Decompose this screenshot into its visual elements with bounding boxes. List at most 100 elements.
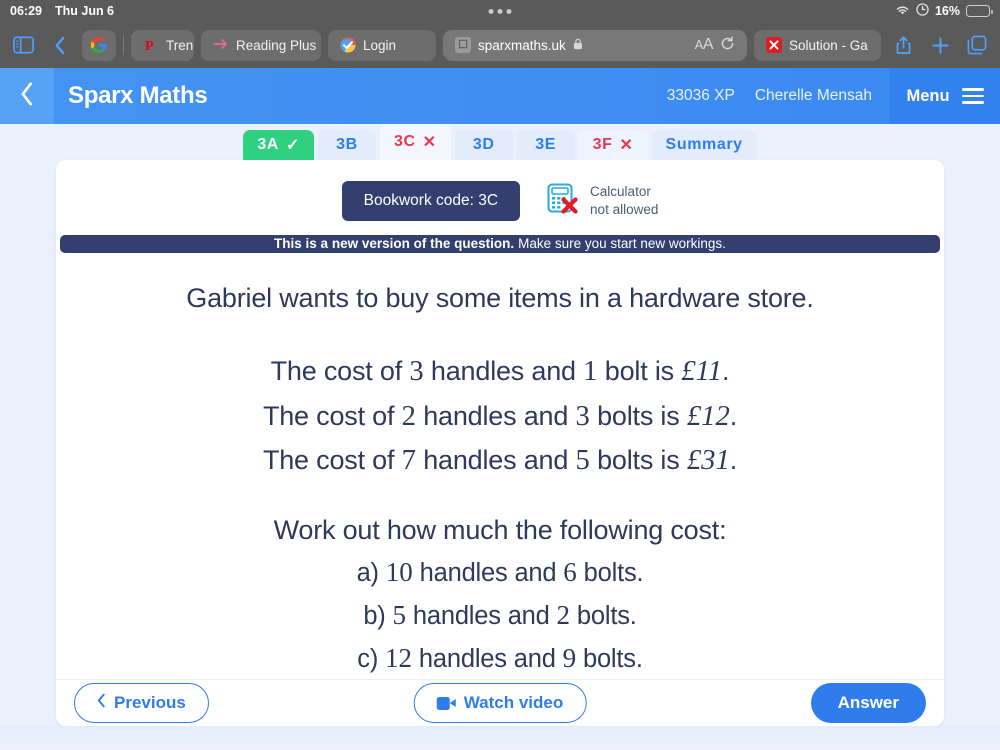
app-back-button[interactable]: [0, 68, 54, 124]
fact-handles-count: 3: [409, 355, 424, 388]
toolbar-divider: [123, 35, 124, 55]
question-tab-3f[interactable]: 3F ✕: [578, 130, 648, 160]
question-tab-3a[interactable]: 3A ✓: [243, 130, 314, 160]
question-tab-3d[interactable]: 3D: [454, 130, 513, 160]
calculator-line-1: Calculator: [590, 184, 651, 200]
new-version-banner: This is a new version of the question. M…: [60, 235, 940, 253]
menu-button[interactable]: Menu: [890, 68, 1000, 124]
part-handles-count: 10: [385, 557, 413, 588]
card-container: Bookwork code: 3C Calculator not allowed…: [0, 160, 1000, 726]
svg-text:P: P: [145, 39, 154, 53]
sidebar-icon[interactable]: [8, 30, 38, 60]
safari-tab-google[interactable]: [82, 29, 116, 61]
question-intro: Gabriel wants to buy some items in a har…: [186, 282, 814, 313]
question-tab-label: 3A: [257, 136, 279, 153]
plus-icon[interactable]: [925, 30, 955, 60]
watch-video-button[interactable]: Watch video: [413, 683, 587, 724]
reload-icon[interactable]: [720, 36, 735, 54]
fact-mid: handles and: [415, 445, 576, 476]
pinterest-icon: P: [143, 37, 159, 54]
question-prompt: Work out how much the following cost:: [273, 515, 727, 546]
url-text: sparxmaths.uk: [478, 37, 566, 53]
answer-button[interactable]: Answer: [810, 683, 926, 724]
share-icon[interactable]: [888, 30, 918, 60]
question-tab-label: 3F: [592, 136, 613, 153]
x-red-icon: [766, 37, 782, 53]
question-tab-3b[interactable]: 3B: [317, 130, 376, 160]
dot: [497, 8, 503, 14]
part-mid: handles and: [406, 601, 557, 630]
safari-tab-label: Tren: [166, 37, 194, 53]
part-handles-count: 5: [392, 599, 406, 630]
fact-end: .: [722, 356, 730, 387]
fact-mid: handles and: [415, 400, 576, 431]
cross-icon: ✕: [422, 134, 437, 151]
page-bottom-gradient: [0, 726, 1000, 744]
check-circle-icon: [340, 37, 356, 53]
back-chevron-icon[interactable]: [45, 30, 75, 60]
fact-cost: £12: [686, 399, 730, 432]
check-icon: ✓: [285, 137, 300, 154]
question-fact-1: The cost of 2 handles and 3 bolts is £12…: [56, 394, 944, 439]
status-bar-left: 06:29 Thu Jun 6: [10, 4, 114, 18]
battery-percent: 16%: [934, 4, 960, 18]
part-end: bolts.: [576, 644, 643, 673]
status-time: 06:29: [10, 4, 42, 18]
part-handles-count: 12: [385, 642, 413, 673]
bookwork-code-badge: Bookwork code: 3C: [341, 181, 521, 221]
safari-tab-0[interactable]: P Tren: [131, 29, 194, 61]
fact-bolts-count: 5: [575, 444, 590, 477]
part-bolts-count: 2: [556, 599, 571, 630]
question-card: Bookwork code: 3C Calculator not allowed…: [56, 160, 944, 726]
fact-cost: £11: [681, 355, 723, 388]
lock-icon: [573, 38, 583, 53]
safari-tab-label: Solution - Ga: [789, 37, 868, 53]
previous-button[interactable]: Previous: [74, 683, 209, 724]
question-part-c: c) 12 handles and 9 bolts.: [56, 637, 944, 680]
question-tab-summary[interactable]: Summary: [651, 130, 757, 160]
menu-label: Menu: [906, 86, 950, 105]
safari-tab-solution[interactable]: Solution - Ga: [754, 29, 881, 61]
question-tab-3e[interactable]: 3E: [516, 130, 575, 160]
tabs-overview-icon[interactable]: [962, 30, 992, 60]
part-label: c): [357, 644, 379, 673]
address-bar[interactable]: ☐ sparxmaths.uk AA: [443, 29, 747, 61]
safari-tab-label: Login: [363, 37, 397, 53]
card-header-row: Bookwork code: 3C Calculator not allowed: [56, 160, 944, 235]
part-end: bolts.: [570, 601, 637, 630]
app-header: Sparx Maths 33036 XP Cherelle Mensah Men…: [0, 68, 1000, 124]
xp-counter: 33036 XP: [666, 87, 735, 104]
question-fact-0: The cost of 3 handles and 1 bolt is £11.: [56, 349, 944, 394]
part-label: a): [356, 559, 379, 588]
question-fact-2: The cost of 7 handles and 5 bolts is £31…: [56, 438, 944, 483]
question-tab-3c[interactable]: 3C ✕: [379, 124, 451, 160]
dot: [506, 8, 512, 14]
calculator-text: Calculator not allowed: [590, 183, 658, 219]
fact-pre: The cost of: [262, 400, 402, 431]
status-date: Thu Jun 6: [54, 4, 115, 18]
calculator-line-2: not allowed: [590, 202, 659, 217]
answer-label: Answer: [837, 693, 899, 713]
question-body: Gabriel wants to buy some items in a har…: [56, 253, 944, 679]
fact-post: bolt is: [597, 356, 682, 387]
cross-icon: ✕: [619, 137, 634, 154]
calculator-status: Calculator not allowed: [546, 182, 658, 221]
fact-cost: £31: [686, 444, 730, 477]
safari-toolbar: P Tren Reading Plus Login ☐ sparxmaths.u…: [0, 22, 1000, 68]
hamburger-icon: [961, 88, 984, 104]
question-tab-label: 3B: [336, 136, 358, 153]
dynamic-island-dots: [488, 8, 512, 14]
safari-tab-label: Reading Plus: [236, 37, 317, 53]
text-size-button[interactable]: AA: [695, 36, 714, 54]
fact-end: .: [729, 445, 738, 476]
previous-label: Previous: [114, 693, 186, 713]
fact-end: .: [729, 400, 738, 431]
fact-pre: The cost of: [270, 356, 410, 387]
fact-pre: The cost of: [262, 445, 402, 476]
safari-tab-1[interactable]: Reading Plus: [201, 29, 321, 61]
fact-bolts-count: 3: [575, 399, 590, 432]
safari-tab-2[interactable]: Login: [328, 29, 436, 61]
wifi-icon: [895, 4, 910, 19]
battery-icon: [966, 5, 993, 17]
